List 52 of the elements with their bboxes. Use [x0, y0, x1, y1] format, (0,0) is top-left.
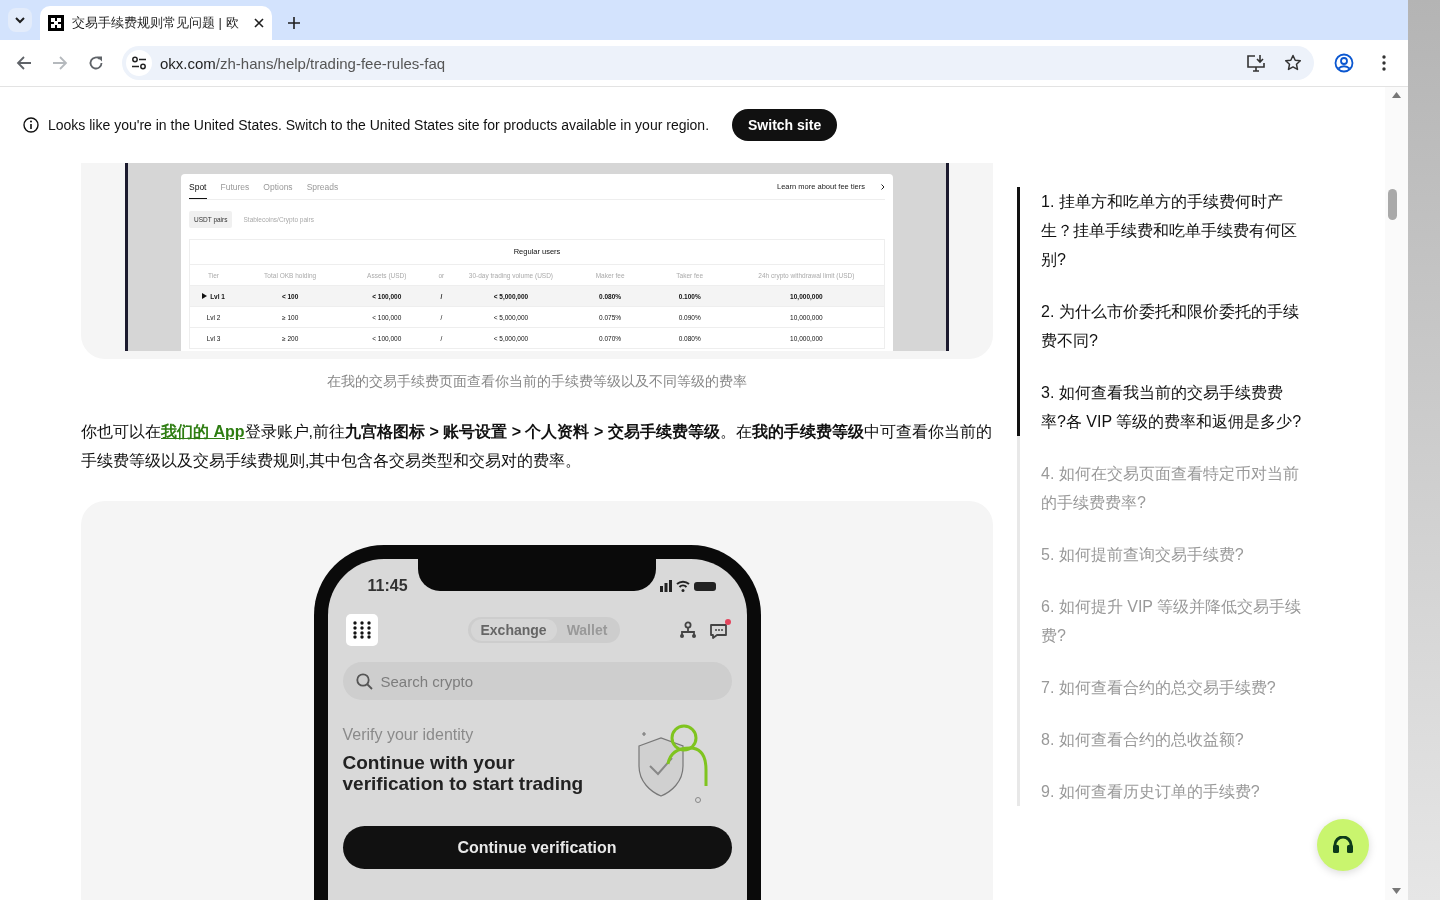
bookmark-star-icon[interactable]: [1284, 54, 1302, 72]
image-caption: 在我的交易手续费页面查看你当前的手续费等级以及不同等级的费率: [326, 372, 748, 391]
scroll-down-icon[interactable]: [1392, 888, 1401, 894]
product-tab[interactable]: Spreads: [306, 174, 339, 199]
switch-site-button[interactable]: Switch site: [732, 109, 838, 141]
forward-arrow-icon: [52, 55, 68, 71]
support-button[interactable]: [1317, 819, 1369, 871]
install-app-icon[interactable]: [1246, 54, 1266, 72]
site-info-icon[interactable]: [126, 50, 152, 76]
toc-item[interactable]: 9. 如何查看历史订单的手续费?: [1017, 754, 1317, 806]
toc-item[interactable]: 1. 挂单方和吃单方的手续费何时产生？挂单手续费和吃单手续费有何区别?: [1017, 187, 1317, 274]
product-tab[interactable]: Spot: [189, 174, 207, 199]
back-arrow-icon: [16, 55, 32, 71]
toc-item[interactable]: 7. 如何查看合约的总交易手续费?: [1017, 650, 1317, 702]
search-field[interactable]: Search crypto: [342, 662, 732, 700]
chevron-icon: [881, 183, 885, 190]
row-pointer-icon: [202, 293, 208, 299]
plus-icon: [287, 16, 301, 30]
toc-item[interactable]: 2. 为什么市价委托和限价委托的手续费不同?: [1017, 274, 1317, 355]
mode-toggle[interactable]: Exchange: [470, 619, 557, 641]
toc-item[interactable]: 4. 如何在交易页面查看特定币对当前的手续费费率?: [1017, 436, 1317, 517]
toc-item[interactable]: 5. 如何提前查询交易手续费?: [1017, 517, 1317, 569]
toc-item[interactable]: 6. 如何提升 VIP 等级并降低交易手续费?: [1017, 569, 1317, 650]
verify-headline: Continue with your verification to start trading: [342, 752, 585, 794]
scroll-up-icon[interactable]: [1392, 92, 1401, 98]
tab-search-button[interactable]: [8, 8, 32, 32]
verify-label: Verify your identity: [342, 726, 475, 744]
toc-item[interactable]: 3. 如何查看我当前的交易手续费费率?各 VIP 等级的费率和返佣是多少?: [1017, 355, 1317, 436]
network-icon[interactable]: [677, 621, 698, 639]
reload-icon: [88, 55, 104, 71]
address-bar[interactable]: okx.com/zh-hans/help/trading-fee-rules-faq: [122, 46, 1314, 80]
close-icon[interactable]: [254, 18, 264, 28]
app-link[interactable]: 我们的 App: [161, 423, 245, 440]
apps-grid-icon[interactable]: [345, 614, 378, 646]
scrollbar[interactable]: [1385, 87, 1408, 900]
product-tab[interactable]: Futures: [220, 174, 250, 199]
status-time: 11:45: [367, 577, 408, 595]
search-icon: [355, 672, 373, 690]
headset-icon: [1332, 836, 1354, 854]
region-notice: Looks like you're in the United States. Switch to the United States site for products available in your region.: [48, 117, 710, 133]
scrollbar-thumb[interactable]: [1388, 189, 1397, 220]
info-icon: [23, 117, 39, 133]
chat-icon[interactable]: [707, 618, 732, 642]
product-tab[interactable]: Options: [263, 174, 293, 199]
continue-verification-button[interactable]: Continue verification: [342, 826, 732, 869]
toc-item[interactable]: 8. 如何查看合约的总收益额?: [1017, 702, 1317, 754]
url-text: okx.com/zh-hans/help/trading-fee-rules-faq: [160, 54, 447, 72]
chevron-down-icon: [14, 14, 26, 26]
browser-tab[interactable]: 交易手续费规则常见问题 | 欧: [40, 6, 272, 40]
checker-icon: [48, 15, 64, 31]
paragraph: 你也可以在我们的 App登录账户,前往九宫格图标 > 账号设置 > 个人资料 > 交易手续费等级。在我的手续费等级中可查看你当前的手续费等级以及交易手续费规则,其中包含各交易类型和交易对的费率。: [81, 422, 993, 471]
status-icons: [659, 580, 718, 592]
